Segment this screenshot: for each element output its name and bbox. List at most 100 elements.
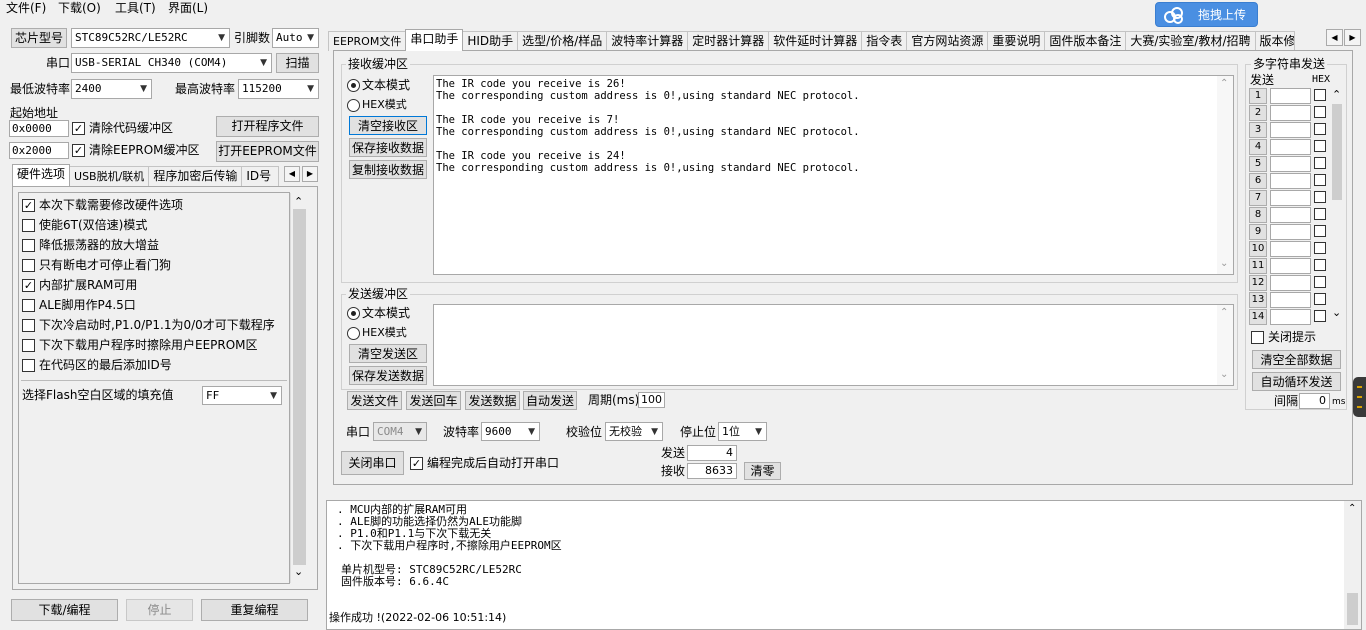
multi-send-row-button[interactable]: 1 [1249,88,1267,104]
multi-hex-checkbox[interactable] [1314,225,1326,237]
multi-hex-checkbox[interactable] [1314,106,1326,118]
chevron-up-icon[interactable]: ⌃ [1348,503,1356,514]
send-enter-button[interactable]: 发送回车 [406,391,461,410]
auto-send-button[interactable]: 自动发送 [523,391,577,410]
clear-receive-button[interactable]: 清空接收区 [349,116,427,135]
hardware-option[interactable]: 在代码区的最后添加ID号 [22,357,172,373]
clear-code-checkbox[interactable]: ✓ 清除代码缓冲区 [72,120,173,136]
send-data-button[interactable]: 发送数据 [465,391,520,410]
close-port-button[interactable]: 关闭串口 [341,451,404,475]
send-hex-mode-radio[interactable]: HEX模式 [347,325,407,341]
multi-send-input[interactable] [1270,173,1311,189]
clear-count-button[interactable]: 清零 [744,462,781,480]
multi-send-row-button[interactable]: 3 [1249,122,1267,138]
main-tab[interactable]: 官方网站资源 [906,31,989,51]
port-select[interactable]: USB-SERIAL CH340 (COM4) ▼ [71,53,272,73]
hardware-option[interactable]: 降低振荡器的放大增益 [22,237,159,253]
multi-hex-checkbox[interactable] [1314,293,1326,305]
scrollbar-thumb[interactable] [1332,104,1342,200]
multi-send-input[interactable] [1270,122,1311,138]
send-scrollbar[interactable]: ⌃ ⌄ [1217,305,1233,385]
multi-send-row-button[interactable]: 12 [1249,275,1267,291]
send-file-button[interactable]: 发送文件 [347,391,402,410]
chevron-down-icon[interactable]: ⌄ [1332,306,1341,319]
multi-send-row-button[interactable]: 14 [1249,309,1267,325]
multi-send-input[interactable] [1270,309,1311,325]
chevron-down-icon[interactable]: ⌄ [294,565,303,578]
auto-open-checkbox[interactable]: ✓ 编程完成后自动打开串口 [410,455,559,471]
main-tab[interactable]: 选型/价格/样品 [517,31,608,51]
hardware-option[interactable]: 下次下载用户程序时擦除用户EEPROM区 [22,337,258,353]
menu-interface[interactable]: 界面(L) [168,0,208,16]
multi-hex-checkbox[interactable] [1314,208,1326,220]
menu-tools[interactable]: 工具(T) [115,0,156,16]
multi-send-row-button[interactable]: 5 [1249,156,1267,172]
multi-hex-checkbox[interactable] [1314,276,1326,288]
multi-hex-checkbox[interactable] [1314,191,1326,203]
main-tab[interactable]: EEPROM文件 [328,31,407,51]
scrollbar-thumb[interactable] [293,209,306,565]
subtab-scroll-left[interactable]: ◀ [284,166,300,182]
hardware-option[interactable]: ✓ 本次下载需要修改硬件选项 [22,197,183,213]
serial-port-select[interactable]: COM4 ▼ [373,422,427,441]
subtab-scroll-right[interactable]: ▶ [302,166,318,182]
chip-model-button[interactable]: 芯片型号 [11,28,67,48]
side-handle[interactable] [1353,377,1366,417]
tabs-scroll-right[interactable]: ▶ [1344,29,1361,46]
main-tab[interactable]: HID助手 [462,31,519,51]
hardware-option[interactable]: 使能6T(双倍速)模式 [22,217,147,233]
start-address-input[interactable]: 0x0000 [9,120,69,137]
eeprom-address-input[interactable]: 0x2000 [9,142,69,159]
multi-send-input[interactable] [1270,156,1311,172]
hardware-option[interactable]: 下次冷启动时,P1.0/P1.1为0/0才可下载程序 [22,317,275,333]
main-tab[interactable]: 大赛/实验室/教材/招聘 [1125,31,1256,51]
log-scrollbar[interactable]: ⌃ [1344,501,1361,629]
serial-baud-select[interactable]: 9600 ▼ [481,422,540,441]
multi-send-input[interactable] [1270,105,1311,121]
multi-hex-checkbox[interactable] [1314,174,1326,186]
multi-send-input[interactable] [1270,258,1311,274]
close-tip-checkbox[interactable]: 关闭提示 [1251,329,1316,345]
open-program-file-button[interactable]: 打开程序文件 [216,116,319,137]
multi-send-row-button[interactable]: 7 [1249,190,1267,206]
hardware-option[interactable]: ✓ 内部扩展RAM可用 [22,277,137,293]
multi-send-row-button[interactable]: 10 [1249,241,1267,257]
multi-hex-checkbox[interactable] [1314,123,1326,135]
chevron-down-icon[interactable]: ⌄ [1220,258,1228,269]
multi-send-row-button[interactable]: 8 [1249,207,1267,223]
open-eeprom-file-button[interactable]: 打开EEPROM文件 [216,141,319,162]
clear-send-button[interactable]: 清空发送区 [349,344,427,363]
parity-select[interactable]: 无校验 ▼ [605,422,663,441]
chevron-up-icon[interactable]: ⌃ [294,195,303,208]
multi-hex-checkbox[interactable] [1314,157,1326,169]
multi-hex-checkbox[interactable] [1314,89,1326,101]
multi-hex-checkbox[interactable] [1314,310,1326,322]
stop-button[interactable]: 停止 [126,599,193,621]
receive-scrollbar[interactable]: ⌃ ⌄ [1217,76,1233,274]
multi-send-row-button[interactable]: 2 [1249,105,1267,121]
fill-value-select[interactable]: FF ▼ [202,386,282,405]
chevron-up-icon[interactable]: ⌃ [1220,78,1228,89]
save-receive-button[interactable]: 保存接收数据 [349,138,427,157]
chevron-down-icon[interactable]: ⌄ [1220,369,1228,380]
scrollbar-thumb[interactable] [1347,593,1358,625]
tab-id[interactable]: ID号 [241,166,280,186]
hardware-option[interactable]: 只有断电才可停止看门狗 [22,257,171,273]
log-output[interactable]: . MCU内部的扩展RAM可用. ALE脚的功能选择仍然为ALE功能脚. P1.… [326,500,1362,630]
main-tab[interactable]: 软件延时计算器 [768,31,863,51]
menu-download[interactable]: 下载(O) [58,0,101,16]
hardware-option[interactable]: ALE脚用作P4.5口 [22,297,136,313]
multi-hex-checkbox[interactable] [1314,242,1326,254]
multi-send-input[interactable] [1270,275,1311,291]
multi-send-input[interactable] [1270,190,1311,206]
multi-send-input[interactable] [1270,241,1311,257]
multi-hex-checkbox[interactable] [1314,259,1326,271]
download-program-button[interactable]: 下载/编程 [11,599,118,621]
main-tab[interactable]: 指令表 [861,31,908,51]
clear-all-data-button[interactable]: 清空全部数据 [1252,350,1341,369]
pins-select[interactable]: Auto ▼ [272,28,319,48]
menu-file[interactable]: 文件(F) [6,0,46,16]
multi-scrollbar[interactable]: ⌃ ⌄ [1330,88,1344,324]
max-baud-select[interactable]: 115200 ▼ [238,79,319,99]
multi-send-input[interactable] [1270,207,1311,223]
